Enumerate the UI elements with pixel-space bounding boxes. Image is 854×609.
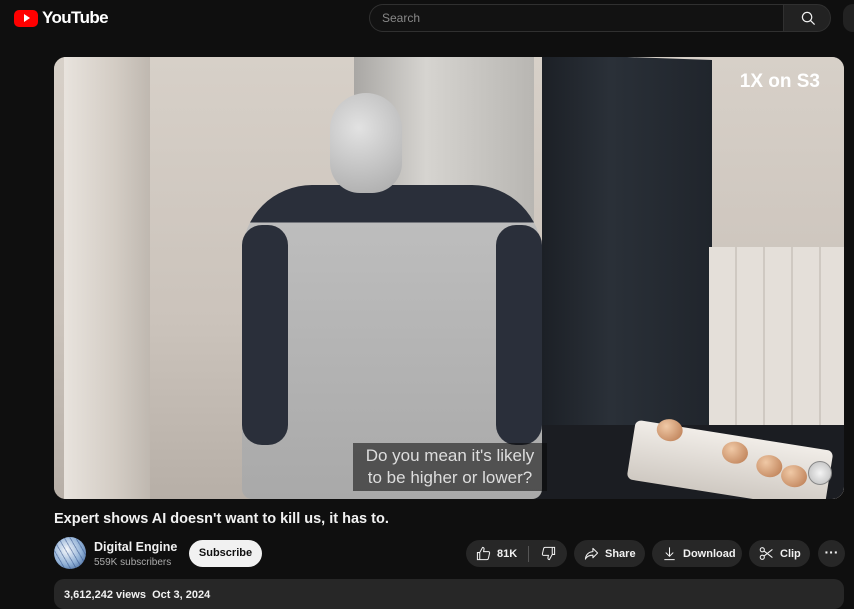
description-box[interactable]: 3,612,242 views Oct 3, 2024 (54, 579, 844, 609)
share-button[interactable]: Share (574, 540, 645, 567)
search-box (369, 4, 783, 32)
video-frame-robot-head (330, 93, 402, 193)
like-dislike-group: 81K (466, 540, 567, 567)
search-button[interactable] (783, 4, 831, 32)
video-overlay-text: 1X on S3 (739, 71, 820, 92)
download-icon (664, 547, 675, 561)
video-frame-fridge-door (542, 57, 712, 470)
top-bar: YouTube (0, 0, 854, 36)
share-icon (584, 547, 599, 560)
video-captions: Do you mean it's likely to be higher or … (353, 443, 547, 491)
egg (720, 439, 750, 466)
channel-subscriber-count: 559K subscribers (94, 557, 172, 568)
dislike-button[interactable] (529, 546, 567, 561)
channel-avatar[interactable] (54, 537, 86, 569)
like-count: 81K (497, 547, 518, 560)
voice-search-button[interactable] (843, 4, 854, 32)
channel-watermark-icon[interactable] (808, 461, 832, 485)
caption-line: to be higher or lower? (367, 468, 533, 487)
channel-name[interactable]: Digital Engine (94, 540, 177, 554)
logo-text: YouTube (42, 8, 109, 27)
youtube-play-icon (14, 9, 38, 27)
thumbs-up-icon (476, 546, 491, 561)
video-meta: 3,612,242 views Oct 3, 2024 (64, 589, 210, 601)
search-input[interactable] (370, 5, 783, 31)
share-label: Share (605, 547, 636, 560)
more-actions-button[interactable]: ··· (818, 540, 845, 567)
clip-label: Clip (780, 547, 801, 560)
video-frame-door (64, 57, 150, 499)
view-count: 3,612,242 views (64, 589, 146, 601)
video-title: Expert shows AI doesn't want to kill us,… (54, 511, 389, 527)
youtube-logo[interactable]: YouTube (14, 8, 109, 28)
clip-button[interactable]: Clip (749, 540, 810, 567)
upload-date: Oct 3, 2024 (152, 589, 211, 601)
caption-line: Do you mean it's likely (365, 446, 535, 465)
download-label: Download (683, 547, 736, 560)
video-player[interactable]: 1X on S3 Do you mean it's likely to be h… (54, 57, 844, 499)
egg (779, 463, 809, 490)
egg (754, 453, 784, 480)
scissors-icon (759, 547, 773, 560)
search-icon (801, 11, 816, 26)
like-button[interactable]: 81K (466, 546, 528, 561)
download-button[interactable]: Download (652, 540, 742, 567)
subscribe-button[interactable]: Subscribe (189, 540, 262, 567)
thumbs-down-icon (541, 546, 555, 561)
